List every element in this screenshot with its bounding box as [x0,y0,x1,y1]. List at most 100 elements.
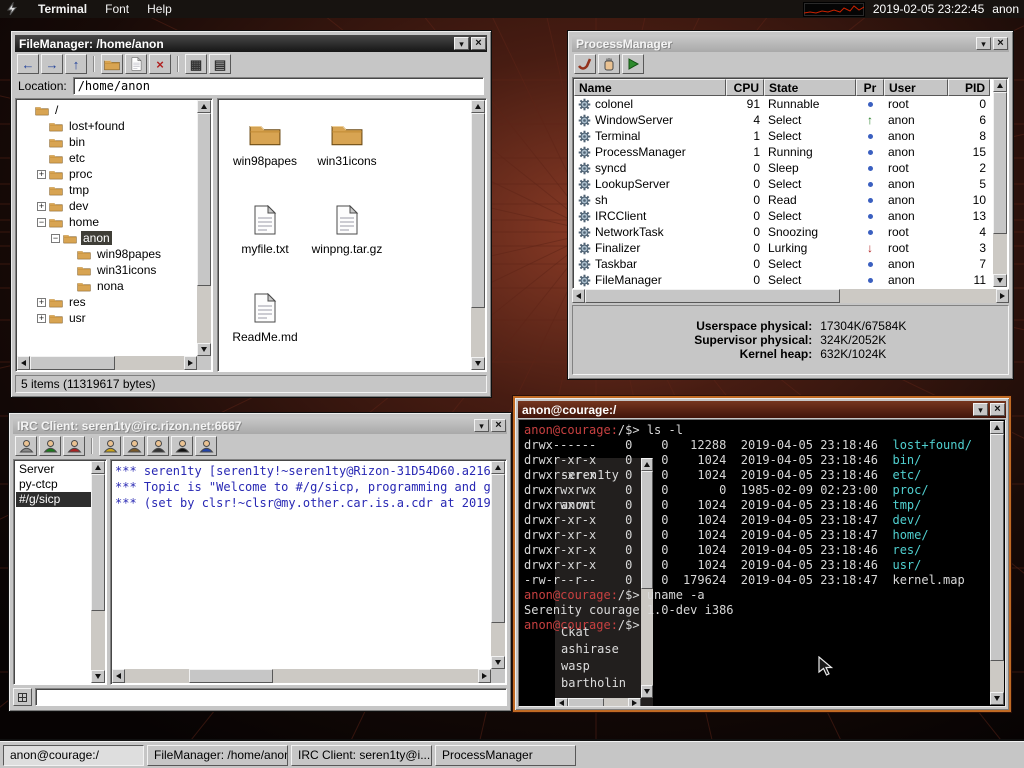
scrollbar-thumb[interactable] [471,113,485,308]
scroll-down-button[interactable] [471,357,485,370]
scrollbar-thumb[interactable] [491,474,505,623]
collapse-icon[interactable]: − [51,234,60,243]
scrollbar-thumb[interactable] [91,474,105,611]
channel-item-server[interactable]: Server [16,462,91,477]
menu-font[interactable]: Font [96,0,138,18]
file-item-readme-md[interactable]: ReadMe.md [224,285,306,372]
irc-text-vscroll[interactable] [491,461,505,669]
new-folder-icon[interactable] [101,54,123,74]
ban-user-icon[interactable] [171,436,193,456]
process-row-syncd[interactable]: syncd0Sleeproot2 [574,160,993,176]
process-row-terminal[interactable]: Terminal1Selectanon8 [574,128,993,144]
scroll-left-button[interactable] [572,289,585,303]
scroll-down-button[interactable] [91,670,105,683]
scroll-right-button[interactable] [478,669,491,683]
irc-close-button[interactable] [491,419,506,432]
kick-user-icon[interactable] [147,436,169,456]
channel-item-g-sicp[interactable]: #/g/sicp [16,492,91,507]
devoice-user-icon[interactable] [123,436,145,456]
pm-minimize-button[interactable] [976,37,991,50]
scrollbar-thumb[interactable] [189,669,274,683]
op-user-icon[interactable] [39,436,61,456]
pm-table-hscroll[interactable] [572,289,1009,303]
column-header-name[interactable]: Name [574,79,726,96]
icon-view-icon[interactable]: ▦ [185,54,207,74]
copy-file-icon[interactable] [125,54,147,74]
tree-item-res[interactable]: +res [19,294,196,310]
irc-minimize-button[interactable] [474,419,489,432]
terminal-minimize-button[interactable] [973,403,988,416]
scroll-up-button[interactable] [491,461,505,474]
tree-item-anon[interactable]: −anon [19,230,196,246]
fm-minimize-button[interactable] [454,37,469,50]
scrollbar-thumb[interactable] [30,356,115,370]
collapse-icon[interactable]: − [37,218,46,227]
stop-process-icon[interactable] [598,54,620,74]
scroll-right-button[interactable] [628,698,641,707]
irc-message-input[interactable] [35,688,507,706]
member-ashirase[interactable]: ashirase [561,641,626,658]
scroll-up-button[interactable] [91,461,105,474]
process-row-ircclient[interactable]: IRCClient0Selectanon13 [574,208,993,224]
scrollbar-track[interactable] [585,289,996,303]
column-header-cpu[interactable]: CPU [726,79,764,96]
file-item-win31icons[interactable]: win31icons [306,109,388,197]
irc-options-button[interactable] [13,688,32,706]
tree-item-win31icons[interactable]: win31icons [19,262,196,278]
process-row-filemanager[interactable]: FileManager0Selectanon11 [574,272,993,287]
scroll-up-button[interactable] [471,100,485,113]
scroll-right-button[interactable] [996,289,1009,303]
irc-sidebar-vscroll[interactable] [91,461,105,683]
scrollbar-thumb[interactable] [568,698,604,707]
location-input[interactable] [73,77,484,95]
file-item-myfile-txt[interactable]: myfile.txt [224,197,306,285]
taskbar-button-irc-client[interactable]: IRC Client: seren1ty@i... [291,745,432,766]
column-header-state[interactable]: State [764,79,856,96]
menu-help[interactable]: Help [138,0,181,18]
deop-user-icon[interactable] [63,436,85,456]
scrollbar-track[interactable] [471,113,485,357]
delete-icon[interactable]: × [149,54,171,74]
process-row-colonel[interactable]: colonel91Runnableroot0 [574,96,993,112]
scroll-down-button[interactable] [197,343,211,356]
expand-icon[interactable]: + [37,314,46,323]
scroll-down-button[interactable] [491,656,505,669]
list-view-icon[interactable]: ▤ [209,54,231,74]
scroll-left-button[interactable] [17,356,30,370]
kill-process-icon[interactable] [574,54,596,74]
fm-titlebar[interactable]: FileManager: /home/anon [15,35,487,52]
taskbar-button-filemanager[interactable]: FileManager: /home/anon [147,745,288,766]
cpu-graph-applet[interactable] [803,2,865,17]
tree-item-[interactable]: / [19,102,196,118]
tree-item-home[interactable]: −home [19,214,196,230]
scrollbar-track[interactable] [990,434,1004,692]
back-icon[interactable]: ← [17,54,39,74]
scroll-right-button[interactable] [184,356,197,370]
tree-item-proc[interactable]: +proc [19,166,196,182]
fm-close-button[interactable] [471,37,486,50]
pm-table-vscroll[interactable] [993,79,1007,287]
irc-text-hscroll[interactable] [112,669,491,683]
tree-item-bin[interactable]: bin [19,134,196,150]
scrollbar-thumb[interactable] [585,289,840,303]
process-row-taskbar[interactable]: Taskbar0Selectanon7 [574,256,993,272]
scroll-up-button[interactable] [990,421,1004,434]
irc-message-area[interactable]: *** seren1ty [seren1ty!~seren1ty@Rizon-3… [110,459,507,685]
voice-user-icon[interactable] [99,436,121,456]
terminal-titlebar[interactable]: anon@courage:/ [518,401,1006,418]
member-list-hscroll[interactable] [555,698,641,707]
scrollbar-track[interactable] [197,113,211,343]
expand-icon[interactable]: + [37,298,46,307]
expand-icon[interactable]: + [37,170,46,179]
taskbar-button-processmanager[interactable]: ProcessManager [435,745,576,766]
pm-close-button[interactable] [993,37,1008,50]
terminal-screen[interactable]: seren1tyanon Ckatashirasewaspbartholin a… [518,419,1006,707]
continue-process-icon[interactable] [622,54,644,74]
scroll-up-button[interactable] [197,100,211,113]
tree-item-lost-found[interactable]: lost+found [19,118,196,134]
tree-item-win98papes[interactable]: win98papes [19,246,196,262]
process-row-finalizer[interactable]: Finalizer0Lurking↓root3 [574,240,993,256]
scroll-left-button[interactable] [555,698,568,707]
menu-terminal[interactable]: Terminal [29,0,96,18]
file-item-winpng-tar-gz[interactable]: winpng.tar.gz [306,197,388,285]
